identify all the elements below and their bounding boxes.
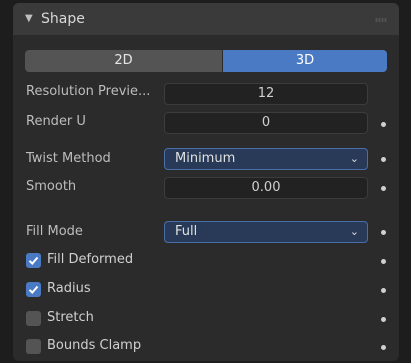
keyframe-dot-icon[interactable] [381,345,386,350]
smooth-label: Smooth [26,179,77,194]
keyframe-dot-icon[interactable] [381,122,386,127]
panel-title: Shape [41,11,85,27]
keyframe-dot-icon[interactable] [381,288,386,293]
resolution-preview-label: Resolution Previe... [26,84,151,99]
stretch-label: Stretch [47,310,94,325]
keyframe-dot-icon[interactable] [381,230,386,235]
chevron-down-icon: ⌄ [349,225,359,238]
keyframe-dot-icon[interactable] [381,157,386,162]
twist-method-dropdown[interactable]: Minimum ⌄ [164,148,368,170]
fill-deformed-label: Fill Deformed [47,252,134,267]
twist-method-label: Twist Method [26,151,111,166]
checkbox-unchecked-icon[interactable] [26,311,41,326]
keyframe-dot-icon[interactable] [381,259,386,264]
smooth-field[interactable]: 0.00 [164,177,368,199]
checkbox-unchecked-icon[interactable] [26,339,41,354]
twist-method-value: Minimum [175,151,236,166]
render-u-label: Render U [26,114,86,129]
toggle-2d-button[interactable]: 2D [25,50,222,72]
panel-header[interactable]: ▼ Shape [13,3,399,35]
chevron-down-icon: ⌄ [349,152,359,165]
resolution-preview-field[interactable]: 12 [164,83,368,105]
toggle-3d-button[interactable]: 3D [223,50,387,72]
fill-mode-value: Full [175,224,198,239]
fill-mode-dropdown[interactable]: Full ⌄ [164,221,368,243]
render-u-field[interactable]: 0 [164,112,368,134]
drag-grip-icon[interactable] [375,18,387,22]
shape-panel: ▼ Shape 2D 3D Resolution Previe... 12 Re… [13,3,399,361]
checkbox-checked-icon[interactable] [26,282,41,297]
bounds-clamp-label: Bounds Clamp [47,338,142,353]
fill-mode-label: Fill Mode [26,224,83,239]
checkbox-checked-icon[interactable] [26,253,41,268]
keyframe-dot-icon[interactable] [381,186,386,191]
collapse-triangle-icon[interactable]: ▼ [25,13,33,24]
radius-label: Radius [47,281,91,296]
keyframe-dot-icon[interactable] [381,317,386,322]
